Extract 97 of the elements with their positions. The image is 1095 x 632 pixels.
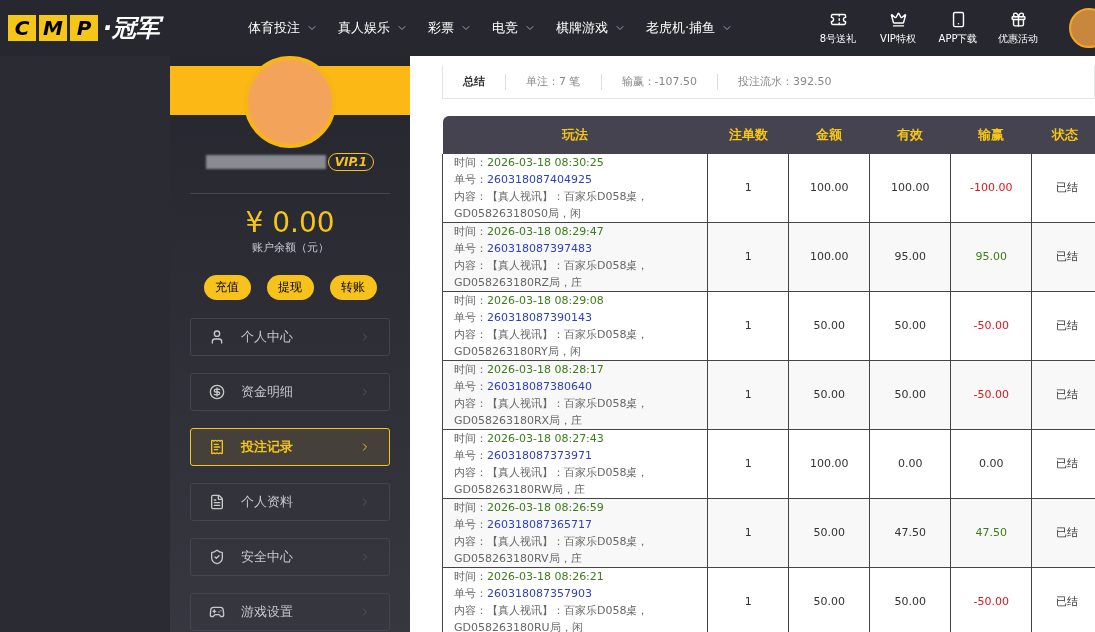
table-cell: -100.00 bbox=[950, 154, 1032, 223]
table-cell: 47.50 bbox=[950, 498, 1032, 568]
table-cell: 50.00 bbox=[788, 498, 870, 568]
user-icon bbox=[209, 328, 225, 345]
table-cell: 已结 bbox=[1031, 291, 1095, 361]
nav-link[interactable]: 老虎机·捕鱼 bbox=[646, 18, 734, 38]
column-header: 状态 bbox=[1031, 116, 1095, 154]
bet-content: 内容：【真人视讯】：百家乐D058桌，GD058263180RV局，庄 bbox=[454, 534, 650, 567]
bet-time: 时间：2026-03-18 08:29:08 bbox=[454, 293, 605, 309]
bet-content: 内容：【真人视讯】：百家乐D058桌，GD058263180RY局，闲 bbox=[454, 327, 650, 360]
table-cell: 1 bbox=[707, 360, 789, 430]
column-header: 有效 bbox=[869, 116, 951, 154]
summary-stat: 单注：7 笔 bbox=[505, 73, 601, 91]
menu-item[interactable]: 资金明细 bbox=[190, 372, 390, 411]
wallet-button[interactable]: 转账 bbox=[329, 274, 377, 300]
bet-order: 单号：260318087373971 bbox=[454, 448, 593, 464]
summary-stat: 投注流水：392.50 bbox=[716, 73, 852, 91]
menu-item[interactable]: 安全中心 bbox=[190, 537, 390, 576]
table-cell: 1 bbox=[707, 291, 789, 361]
gift-icon bbox=[1009, 10, 1027, 28]
bet-content: 内容：【真人视讯】：百家乐D058桌，GD058263180RX局，庄 bbox=[454, 396, 650, 429]
table-cell: 1 bbox=[707, 222, 789, 292]
table-cell: 1 bbox=[707, 567, 789, 632]
table-cell: 1 bbox=[707, 154, 789, 223]
table-cell: 50.00 bbox=[788, 291, 870, 361]
header-action[interactable]: 8号送礼 bbox=[815, 10, 861, 46]
logo-letter: C bbox=[8, 15, 36, 41]
table-cell: 已结 bbox=[1031, 360, 1095, 430]
crown-icon bbox=[889, 10, 907, 28]
table-cell: 100.00 bbox=[788, 154, 870, 223]
table-cell: 已结 bbox=[1031, 498, 1095, 568]
table-cell: 1 bbox=[707, 429, 789, 499]
bet-time: 时间：2026-03-18 08:27:43 bbox=[454, 431, 605, 447]
table-cell: 已结 bbox=[1031, 567, 1095, 632]
table-cell: 100.00 bbox=[788, 429, 870, 499]
bet-content: 内容：【真人视讯】：百家乐D058桌，GD058263180RW局，庄 bbox=[454, 465, 650, 498]
table-cell: -50.00 bbox=[950, 567, 1032, 632]
menu-item[interactable]: 个人中心 bbox=[190, 317, 390, 356]
column-header: 输赢 bbox=[950, 116, 1032, 154]
bet-time: 时间：2026-03-18 08:26:59 bbox=[454, 500, 605, 516]
logo-letter: M bbox=[39, 15, 67, 41]
summary-title: 总结 bbox=[461, 73, 486, 90]
balance-amount: ¥ 0.00 bbox=[245, 206, 335, 240]
bet-time: 时间：2026-03-18 08:28:17 bbox=[454, 362, 605, 378]
logo-letter: P bbox=[70, 15, 98, 41]
nav-link[interactable]: 电竞 bbox=[492, 18, 536, 38]
bet-content: 内容：【真人视讯】：百家乐D058桌，GD058263180RZ局，庄 bbox=[454, 258, 650, 291]
bet-order: 单号：260318087397483 bbox=[454, 241, 593, 257]
table-cell: 100.00 bbox=[788, 222, 870, 292]
header-action[interactable]: VIP特权 bbox=[875, 10, 921, 46]
table-cell: -50.00 bbox=[950, 360, 1032, 430]
table-cell: 50.00 bbox=[869, 360, 951, 430]
record-icon bbox=[209, 438, 225, 455]
table-cell: 0.00 bbox=[950, 429, 1032, 499]
wallet-button[interactable]: 充值 bbox=[203, 274, 251, 300]
table-cell: -50.00 bbox=[950, 291, 1032, 361]
nav-link[interactable]: 真人娱乐 bbox=[338, 18, 408, 38]
column-header: 注单数 bbox=[707, 116, 789, 154]
bet-time: 时间：2026-03-18 08:29:47 bbox=[454, 224, 605, 240]
wallet-button[interactable]: 提现 bbox=[266, 274, 314, 300]
bet-order: 单号：260318087357903 bbox=[454, 586, 593, 602]
summary-stat: 输赢：-107.50 bbox=[600, 73, 717, 91]
table-cell: 已结 bbox=[1031, 429, 1095, 499]
table-cell: 95.00 bbox=[869, 222, 951, 292]
table-cell: 50.00 bbox=[869, 291, 951, 361]
nav-link[interactable]: 体育投注 bbox=[248, 18, 318, 38]
table-cell: 50.00 bbox=[869, 567, 951, 632]
bet-content: 内容：【真人视讯】：百家乐D058桌，GD058263180S0局，闲 bbox=[454, 189, 650, 222]
doc-icon bbox=[209, 493, 225, 510]
shield-icon bbox=[209, 548, 225, 565]
header-action[interactable]: APP下载 bbox=[935, 10, 981, 46]
bet-order: 单号：260318087404925 bbox=[454, 172, 593, 188]
table-cell: 已结 bbox=[1031, 222, 1095, 292]
column-header: 金额 bbox=[788, 116, 870, 154]
menu-item[interactable]: 投注记录 bbox=[190, 427, 390, 466]
bet-order: 单号：260318087390143 bbox=[454, 310, 593, 326]
bet-order: 单号：260318087380640 bbox=[454, 379, 593, 395]
menu-item[interactable]: 游戏设置 bbox=[190, 592, 390, 631]
table-cell: 已结 bbox=[1031, 154, 1095, 223]
header-action[interactable]: 优惠活动 bbox=[995, 10, 1041, 46]
table-cell: 50.00 bbox=[788, 360, 870, 430]
table-cell: 50.00 bbox=[788, 567, 870, 632]
table-cell: 47.50 bbox=[869, 498, 951, 568]
nav-link[interactable]: 彩票 bbox=[428, 18, 472, 38]
table-cell: 0.00 bbox=[869, 429, 951, 499]
bet-order: 单号：260318087365717 bbox=[454, 517, 593, 533]
bet-time: 时间：2026-03-18 08:30:25 bbox=[454, 155, 605, 171]
nav-link[interactable]: 棋牌游戏 bbox=[556, 18, 626, 38]
table-cell: 95.00 bbox=[950, 222, 1032, 292]
menu-item[interactable]: 个人资料 bbox=[190, 482, 390, 521]
bet-content: 内容：【真人视讯】：百家乐D058桌，GD058263180RU局，闲 bbox=[454, 603, 650, 632]
money-icon bbox=[209, 383, 225, 400]
table-cell: 100.00 bbox=[869, 154, 951, 223]
table-cell: 1 bbox=[707, 498, 789, 568]
bet-time: 时间：2026-03-18 08:26:21 bbox=[454, 569, 605, 585]
balance-label: 账户余额（元） bbox=[251, 240, 329, 256]
column-header: 玩法 bbox=[442, 116, 708, 154]
